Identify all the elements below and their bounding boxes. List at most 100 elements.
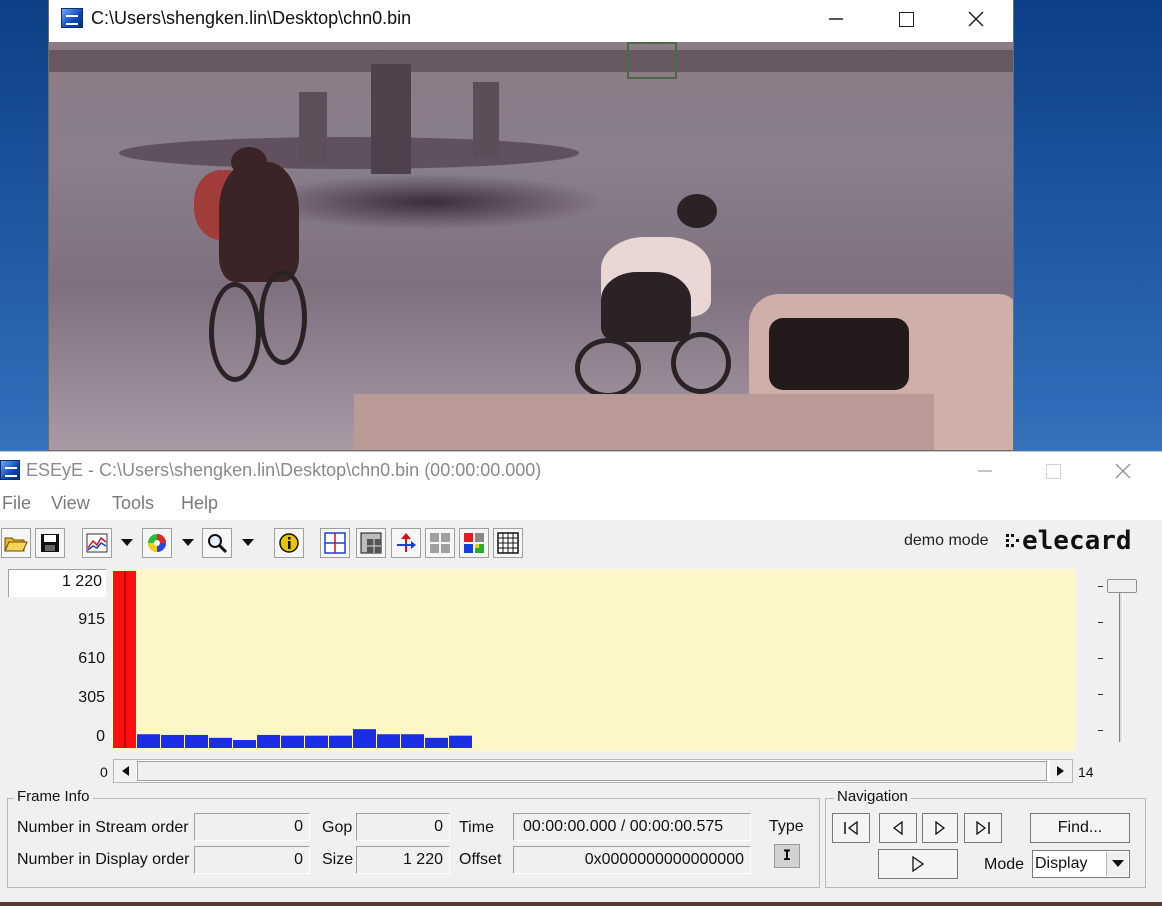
chart-scrollbar[interactable] bbox=[113, 759, 1073, 783]
mode-select[interactable]: Display bbox=[1032, 850, 1130, 878]
menu-view[interactable]: View bbox=[51, 493, 90, 514]
time-field[interactable]: 00:00:00.000 / 00:00:00.575 bbox=[513, 813, 751, 841]
zoom-dropdown[interactable] bbox=[238, 528, 258, 558]
mode-dropdown-button[interactable] bbox=[1106, 852, 1128, 876]
video-selection-box bbox=[627, 42, 677, 79]
toolbar: demo mode elecard bbox=[0, 524, 1162, 564]
close-icon bbox=[968, 11, 984, 27]
zoom-slider[interactable] bbox=[1088, 574, 1140, 752]
scrollbar-thumb[interactable] bbox=[137, 761, 1047, 781]
frame-bar[interactable] bbox=[401, 734, 424, 748]
logo-text: elecard bbox=[1022, 526, 1132, 556]
graph-button[interactable] bbox=[82, 528, 112, 558]
video-pole bbox=[299, 92, 327, 162]
scroll-left-button[interactable] bbox=[114, 760, 136, 782]
triangle-left-icon bbox=[122, 766, 129, 776]
slider-track bbox=[1119, 584, 1123, 742]
offset-field[interactable]: 0x0000000000000000 bbox=[513, 846, 751, 874]
frame-info-group: Frame Info bbox=[7, 788, 820, 888]
color-button[interactable] bbox=[142, 528, 172, 558]
video-cyclist bbox=[219, 162, 299, 282]
navigation-title: Navigation bbox=[834, 788, 911, 805]
maximize-button[interactable] bbox=[871, 0, 941, 38]
play-icon bbox=[912, 856, 925, 872]
gray-blocks-button[interactable] bbox=[425, 528, 455, 558]
macroblock-button[interactable] bbox=[356, 528, 386, 558]
close-button[interactable] bbox=[1088, 452, 1158, 490]
blocks-color-icon bbox=[464, 533, 484, 553]
close-button[interactable] bbox=[941, 0, 1011, 38]
display-order-field[interactable]: 0 bbox=[194, 846, 310, 874]
frame-bar[interactable] bbox=[137, 734, 160, 748]
maximize-button[interactable] bbox=[1018, 452, 1088, 490]
size-field[interactable]: 1 220 bbox=[356, 846, 450, 874]
y-tick-label: 915 bbox=[78, 611, 105, 628]
open-folder-button[interactable] bbox=[1, 528, 31, 558]
menu-tools[interactable]: Tools bbox=[112, 493, 154, 514]
frame-bar[interactable] bbox=[161, 734, 184, 748]
menu-help[interactable]: Help bbox=[181, 493, 218, 514]
y-tick-label: 610 bbox=[78, 650, 105, 667]
motion-vector-button[interactable] bbox=[391, 528, 421, 558]
save-button[interactable] bbox=[35, 528, 65, 558]
color-dropdown[interactable] bbox=[178, 528, 198, 558]
previous-frame-button[interactable] bbox=[879, 813, 917, 843]
video-bike-wheel bbox=[575, 338, 641, 398]
info-icon bbox=[279, 533, 299, 553]
split-view-button[interactable] bbox=[320, 528, 350, 558]
video-frame[interactable] bbox=[49, 42, 1013, 450]
player-window-title: C:\Users\shengken.lin\Desktop\chn0.bin bbox=[91, 8, 412, 28]
frame-bar[interactable] bbox=[305, 735, 328, 748]
zoom-icon bbox=[208, 534, 228, 554]
find-button[interactable]: Find... bbox=[1030, 813, 1130, 843]
elecard-logo: elecard bbox=[1006, 526, 1132, 556]
taskbar-edge bbox=[0, 902, 1162, 906]
eseye-titlebar[interactable]: ESEyE - C:\Users\shengken.lin\Desktop\ch… bbox=[0, 452, 1162, 490]
stream-order-field[interactable]: 0 bbox=[194, 813, 310, 841]
next-frame-button[interactable] bbox=[922, 813, 958, 843]
grid-split-icon bbox=[324, 532, 346, 554]
chevron-down-icon bbox=[1111, 860, 1124, 867]
frame-bar[interactable] bbox=[449, 735, 472, 748]
frame-bar[interactable] bbox=[281, 735, 304, 748]
scroll-right-button[interactable] bbox=[1050, 760, 1072, 782]
video-traffic-island bbox=[119, 137, 579, 169]
color-blocks-button[interactable] bbox=[459, 528, 489, 558]
offset-label: Offset bbox=[459, 851, 502, 868]
frame-bar[interactable] bbox=[209, 737, 232, 748]
first-frame-button[interactable] bbox=[832, 813, 870, 843]
last-frame-button[interactable] bbox=[964, 813, 1002, 843]
frame-bar[interactable] bbox=[257, 734, 280, 748]
frame-bar[interactable] bbox=[329, 735, 352, 748]
video-road bbox=[49, 50, 1013, 72]
minimize-icon bbox=[829, 18, 843, 20]
video-truck-bed bbox=[354, 394, 934, 450]
slider-thumb[interactable] bbox=[1107, 579, 1137, 593]
chevron-down-icon bbox=[121, 539, 133, 546]
demo-mode-label: demo mode bbox=[904, 532, 989, 549]
frame-size-chart[interactable] bbox=[112, 569, 1076, 751]
chevron-down-icon bbox=[242, 539, 254, 546]
video-pole bbox=[473, 82, 499, 157]
frame-bar[interactable] bbox=[377, 734, 400, 748]
grid-button[interactable] bbox=[493, 528, 523, 558]
minimize-button[interactable] bbox=[950, 452, 1020, 490]
graph-dropdown[interactable] bbox=[117, 528, 137, 558]
gop-field[interactable]: 0 bbox=[356, 813, 450, 841]
play-button[interactable] bbox=[878, 849, 958, 879]
player-titlebar[interactable]: C:\Users\shengken.lin\Desktop\chn0.bin bbox=[49, 0, 1013, 42]
menu-file[interactable]: File bbox=[2, 493, 31, 514]
macroblock-icon bbox=[360, 532, 382, 554]
frame-bar[interactable] bbox=[185, 734, 208, 748]
video-cyclist-2-head bbox=[677, 194, 717, 228]
video-pole bbox=[371, 64, 411, 174]
frame-bar[interactable] bbox=[353, 729, 376, 748]
info-button[interactable] bbox=[274, 528, 304, 558]
minimize-button[interactable] bbox=[801, 0, 871, 38]
frame-bar[interactable] bbox=[233, 740, 256, 748]
zoom-button[interactable] bbox=[202, 528, 232, 558]
app-icon bbox=[61, 8, 83, 28]
triangle-right-icon bbox=[1057, 766, 1064, 776]
frame-bar[interactable] bbox=[425, 737, 448, 748]
display-order-label: Number in Display order bbox=[17, 851, 190, 868]
